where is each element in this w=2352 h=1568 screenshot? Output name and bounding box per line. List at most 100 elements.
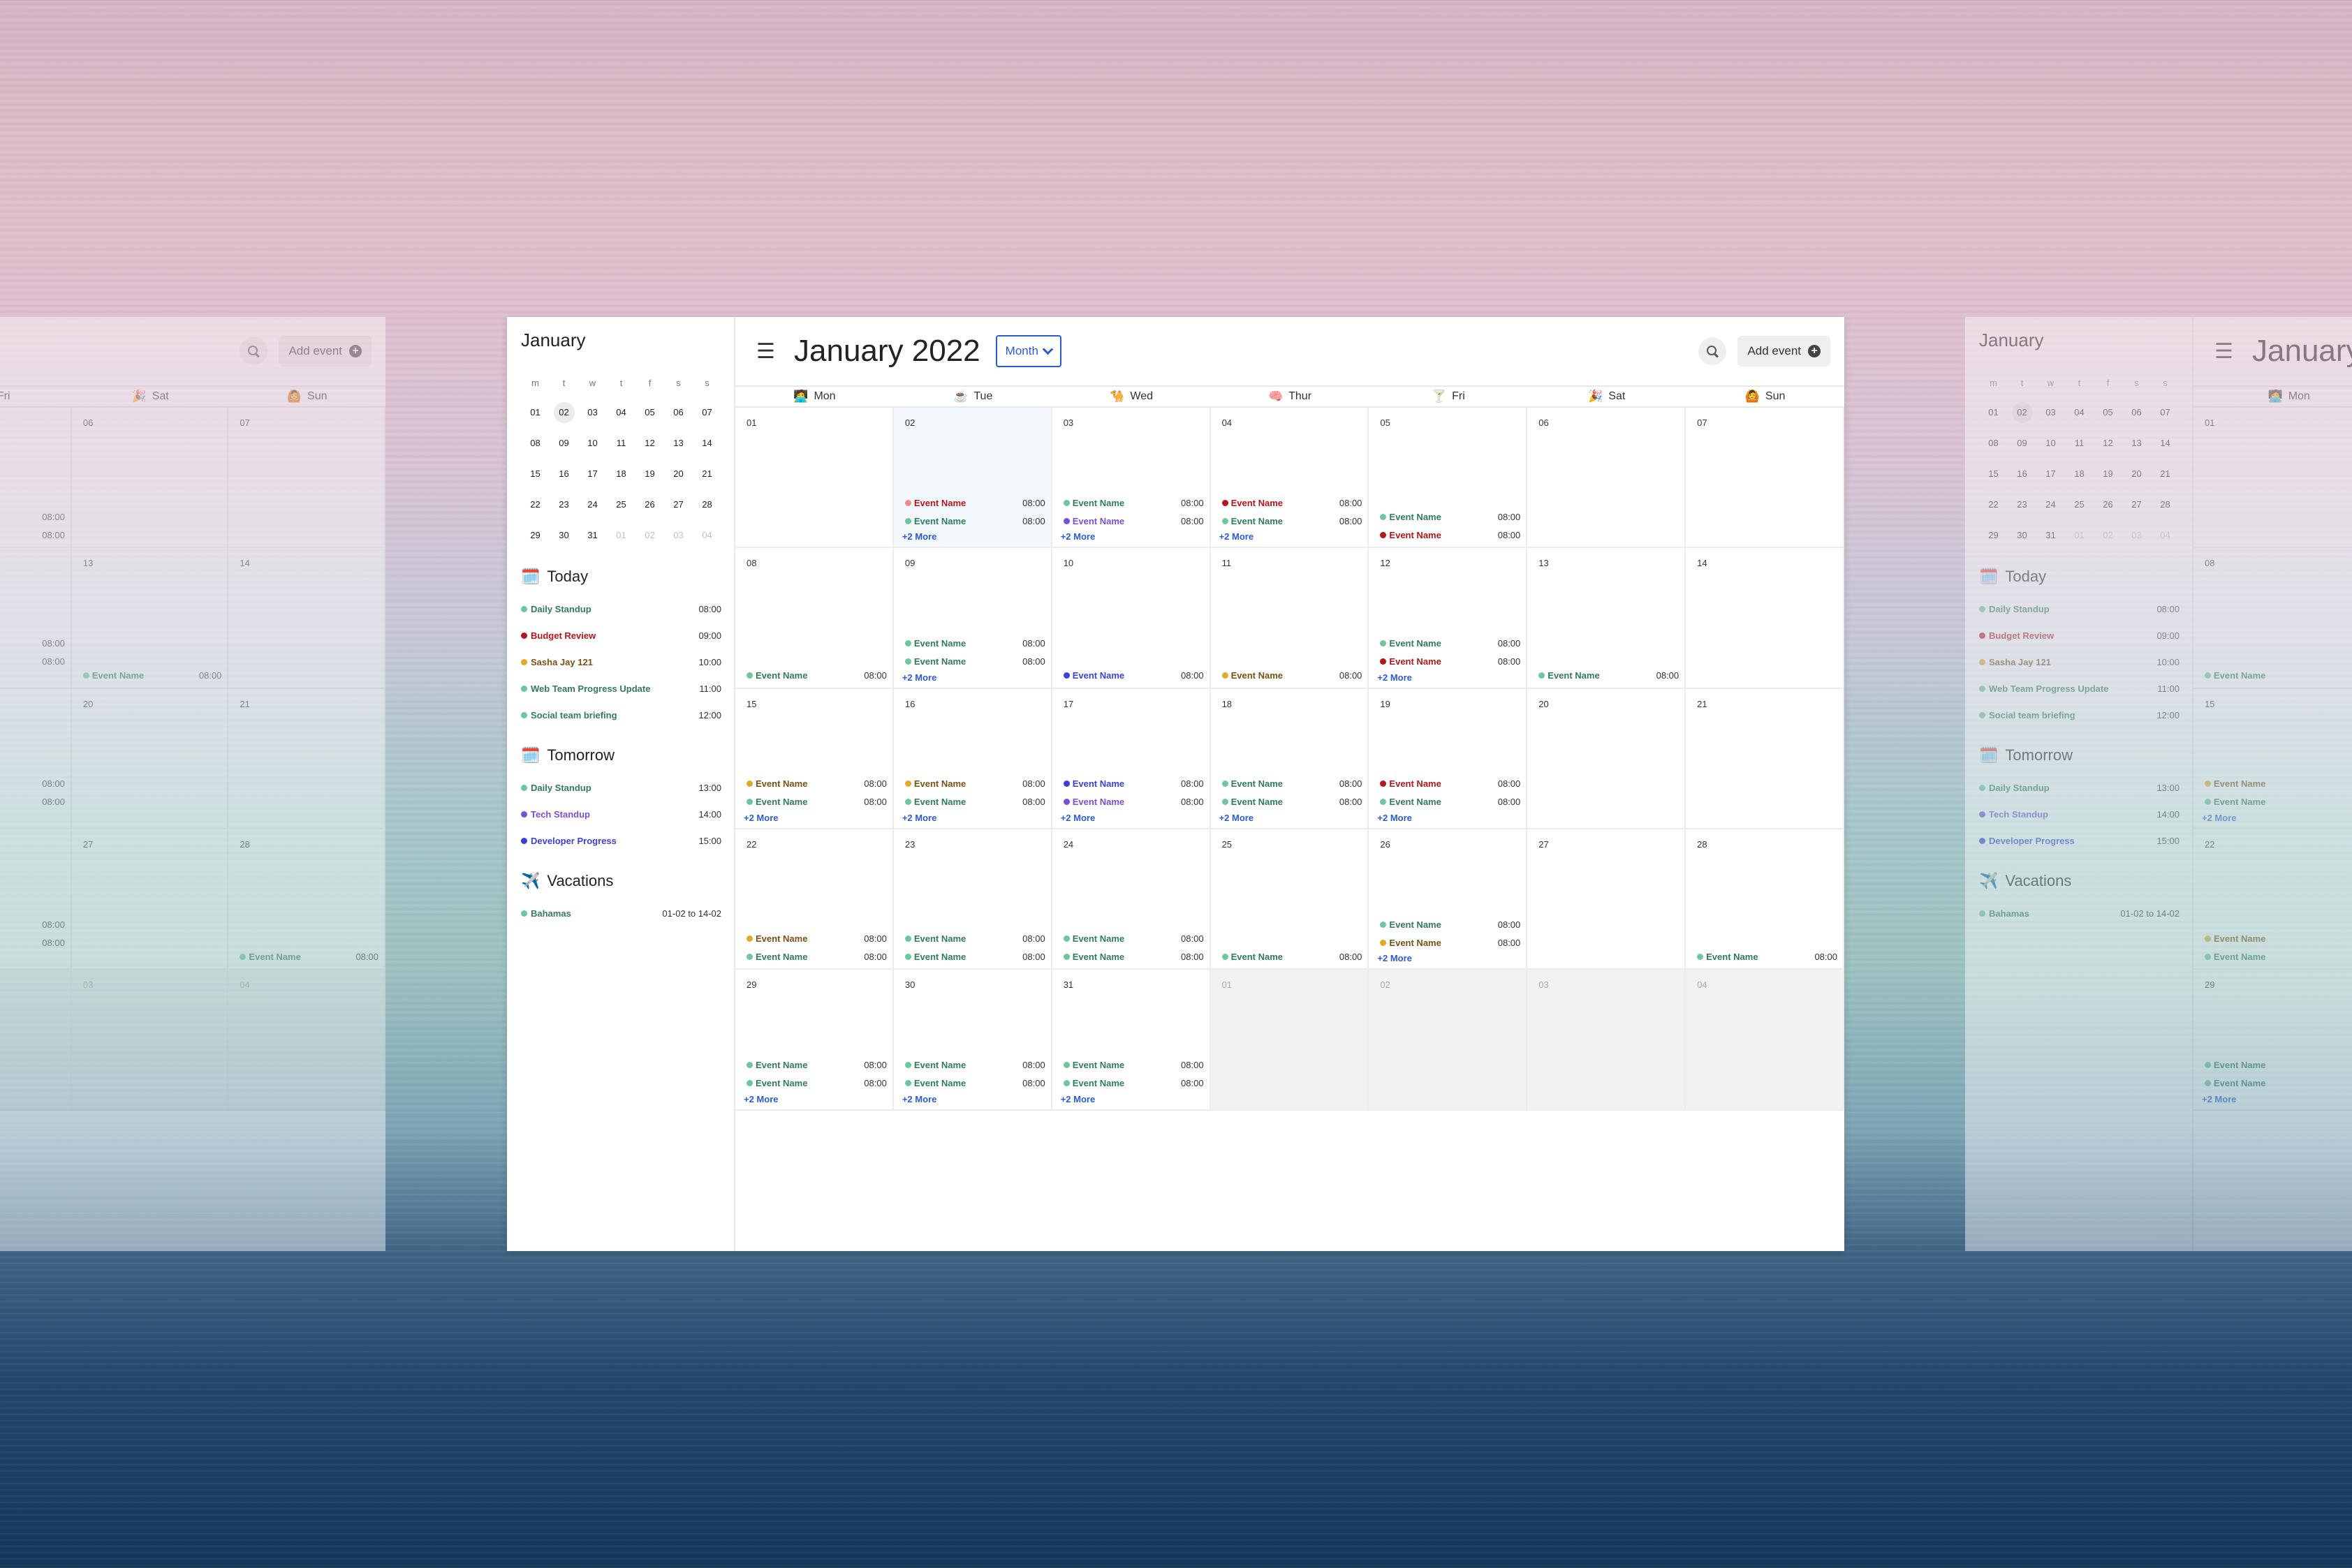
tomorrow-event[interactable]: Daily Standup 13:00 xyxy=(521,774,721,801)
mini-day[interactable]: 06 xyxy=(2122,399,2151,427)
mini-day[interactable]: 31 xyxy=(578,522,607,549)
mini-day[interactable]: 27 xyxy=(664,491,693,519)
calendar-event[interactable]: Event Name08:00 xyxy=(1221,775,1362,793)
mini-day[interactable]: 11 xyxy=(607,429,635,457)
more-events-link[interactable]: +2 More xyxy=(0,952,65,966)
mini-day[interactable]: 20 xyxy=(2122,460,2151,488)
vacations-event[interactable]: Bahamas 01-02 to 14-02 xyxy=(1979,900,2180,926)
today-event[interactable]: Sasha Jay 121 10:00 xyxy=(521,649,721,675)
vacations-event[interactable]: Bahamas 01-02 to 14-02 xyxy=(521,900,721,926)
day-cell[interactable]: 04 xyxy=(1686,970,1844,1111)
mini-day[interactable]: 13 xyxy=(664,429,693,457)
day-cell[interactable]: 21 xyxy=(1686,688,1844,829)
day-cell[interactable]: 26Event Name08:00Event Name08:00+2 More xyxy=(0,829,72,970)
today-event[interactable]: Web Team Progress Update 11:00 xyxy=(521,675,721,702)
day-cell[interactable]: 15Event Name08:00Event Name08:00+2 More xyxy=(2193,689,2352,829)
mini-day[interactable]: 29 xyxy=(521,522,550,549)
calendar-event[interactable]: Event Name08:00 xyxy=(0,915,65,933)
calendar-event[interactable]: Event Name08:00 xyxy=(1380,653,1520,671)
more-events-link[interactable]: +2 More xyxy=(902,671,1045,685)
more-events-link[interactable]: +2 More xyxy=(902,1093,1045,1107)
mini-day[interactable]: 06 xyxy=(664,399,693,427)
mini-day[interactable]: 10 xyxy=(578,429,607,457)
day-cell[interactable]: 30 Event Name 08:00 Event Name 08:00 +2 More xyxy=(893,970,1052,1111)
calendar-event[interactable]: Event Name08:00 xyxy=(0,775,65,793)
day-cell[interactable]: 28 Event Name 08:00 xyxy=(1686,829,1844,970)
day-cell[interactable]: 07 xyxy=(1686,408,1844,549)
tomorrow-event[interactable]: Tech Standup 14:00 xyxy=(521,801,721,827)
calendar-event[interactable]: Event Name08:00 xyxy=(904,1074,1045,1093)
more-events-link[interactable]: +2 More xyxy=(2202,811,2352,825)
calendar-event[interactable]: Event Name08:00 xyxy=(1063,775,1204,793)
calendar-event[interactable]: Event Name08:00 xyxy=(2205,775,2352,793)
today-event[interactable]: Web Team Progress Update 11:00 xyxy=(1979,675,2180,702)
tomorrow-event[interactable]: Tech Standup 14:00 xyxy=(1979,801,2180,827)
calendar-event[interactable]: Event Name08:00 xyxy=(747,947,887,966)
calendar-event[interactable]: Event Name08:00 xyxy=(1380,915,1520,933)
more-events-link[interactable]: +2 More xyxy=(0,811,65,825)
mini-day[interactable]: 27 xyxy=(2122,491,2151,519)
calendar-event[interactable]: Event Name08:00 xyxy=(1063,1056,1204,1074)
mini-day[interactable]: 11 xyxy=(2065,429,2094,457)
calendar-event[interactable]: Event Name08:00 xyxy=(747,1056,887,1074)
calendar-event[interactable]: Event Name08:00 xyxy=(747,793,887,811)
day-cell[interactable]: 01 xyxy=(735,408,894,549)
mini-day[interactable]: 23 xyxy=(2008,491,2036,519)
tomorrow-event[interactable]: Developer Progress 15:00 xyxy=(1979,827,2180,854)
calendar-event[interactable]: Event Name08:00 xyxy=(747,775,887,793)
mini-day[interactable]: 07 xyxy=(693,399,721,427)
day-cell[interactable]: 05 Event Name 08:00 Event Name 08:00 xyxy=(1369,408,1528,549)
day-cell[interactable]: 26Event Name08:00Event Name08:00+2 More xyxy=(1369,829,1528,970)
mini-day[interactable]: 31 xyxy=(2036,522,2065,549)
calendar-event[interactable]: Event Name08:00 xyxy=(904,929,1045,947)
day-cell[interactable]: 04 Event Name 08:00 Event Name 08:00 +2 More xyxy=(1210,408,1369,549)
calendar-event[interactable]: Event Name08:00 xyxy=(2205,1056,2352,1074)
day-cell[interactable]: 15Event Name08:00Event Name08:00+2 More xyxy=(735,688,894,829)
mini-day[interactable]: 19 xyxy=(635,460,664,488)
calendar-event[interactable]: Event Name08:00 xyxy=(0,526,65,544)
day-cell[interactable]: 11 Event Name 08:00 xyxy=(1210,548,1369,689)
day-cell[interactable]: 14 xyxy=(1686,548,1844,689)
mini-day[interactable]: 01 xyxy=(521,399,550,427)
mini-day[interactable]: 01 xyxy=(1979,399,2008,427)
mini-day[interactable]: 21 xyxy=(2151,460,2180,488)
search-button[interactable] xyxy=(1698,337,1727,365)
day-cell[interactable]: 09 Event Name 08:00 Event Name 08:00 +2 More xyxy=(893,548,1052,689)
mini-day[interactable]: 03 xyxy=(2122,522,2151,549)
calendar-event[interactable]: Event Name08:00 xyxy=(747,929,887,947)
more-events-link[interactable]: +2 More xyxy=(1061,1093,1204,1107)
calendar-event[interactable]: Event Name08:00 xyxy=(1380,526,1520,544)
calendar-event[interactable]: Event Name08:00 xyxy=(1063,947,1204,966)
mini-day[interactable]: 09 xyxy=(550,429,578,457)
day-cell[interactable]: 18 Event Name 08:00 Event Name 08:00 +2 More xyxy=(1210,688,1369,829)
mini-day[interactable]: 02 xyxy=(2094,522,2122,549)
mini-day[interactable]: 04 xyxy=(2065,399,2094,427)
day-cell[interactable]: 25 Event Name 08:00 xyxy=(1210,829,1369,970)
mini-day[interactable]: 04 xyxy=(607,399,635,427)
mini-day[interactable]: 05 xyxy=(635,399,664,427)
day-cell[interactable]: 22Event Name08:00Event Name08:00 xyxy=(735,829,894,970)
day-cell[interactable]: 20 xyxy=(71,688,229,829)
calendar-event[interactable]: Event Name08:00 xyxy=(1221,494,1362,512)
day-cell[interactable]: 02 Event Name 08:00 Event Name 08:00 +2 More xyxy=(893,408,1052,549)
mini-day[interactable]: 05 xyxy=(2094,399,2122,427)
mini-day[interactable]: 28 xyxy=(2151,491,2180,519)
calendar-event[interactable]: Event Name08:00 xyxy=(1221,947,1362,966)
mini-day[interactable]: 14 xyxy=(693,429,721,457)
mini-day[interactable]: 17 xyxy=(2036,460,2065,488)
calendar-event[interactable]: Event Name08:00 xyxy=(2205,947,2352,966)
calendar-event[interactable]: Event Name08:00 xyxy=(1380,635,1520,653)
day-cell[interactable]: 22Event Name08:00Event Name08:00 xyxy=(2193,829,2352,970)
mini-day[interactable]: 21 xyxy=(693,460,721,488)
day-cell[interactable]: 24 Event Name 08:00 Event Name 08:00 xyxy=(1052,829,1211,970)
mini-day[interactable]: 18 xyxy=(607,460,635,488)
calendar-event[interactable]: Event Name08:00 xyxy=(1063,793,1204,811)
mini-day[interactable]: 12 xyxy=(2094,429,2122,457)
day-cell[interactable]: 19Event Name08:00Event Name08:00+2 More xyxy=(0,688,72,829)
day-cell[interactable]: 10 Event Name 08:00 xyxy=(1052,548,1211,689)
day-cell[interactable]: 06 xyxy=(1527,408,1686,549)
calendar-event[interactable]: Event Name08:00 xyxy=(1380,775,1520,793)
mini-day[interactable]: 26 xyxy=(635,491,664,519)
more-events-link[interactable]: +2 More xyxy=(1377,671,1520,685)
mini-day[interactable]: 22 xyxy=(1979,491,2008,519)
